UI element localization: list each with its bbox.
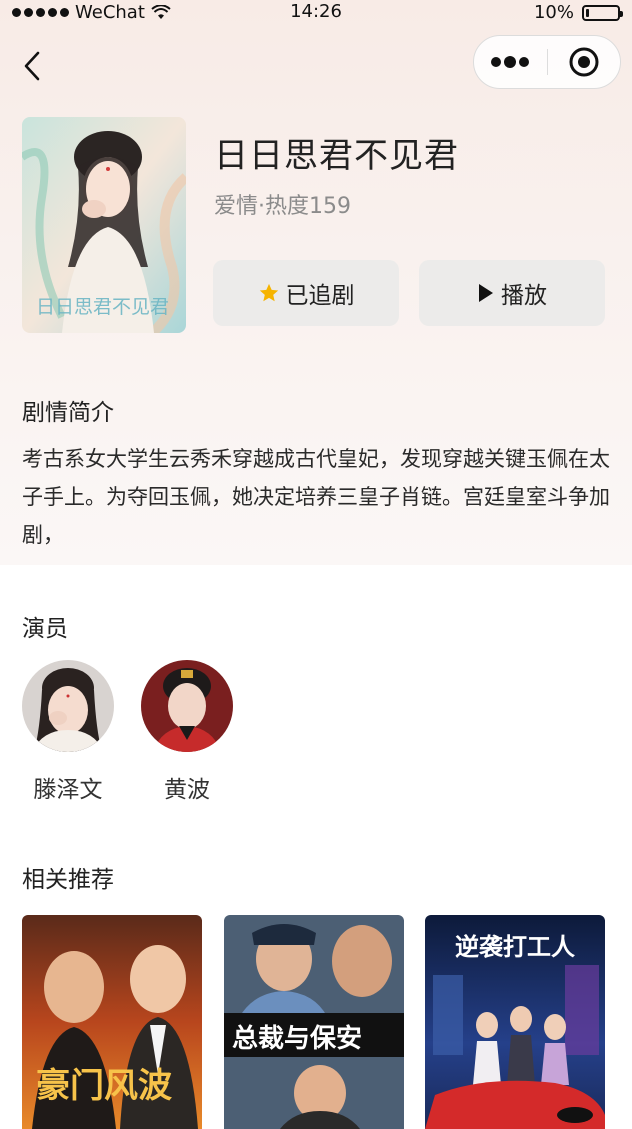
actor-item[interactable]: 黄波 bbox=[141, 660, 233, 804]
target-circle-icon bbox=[569, 47, 599, 77]
drama-title: 日日思君不见君 bbox=[214, 136, 459, 176]
poster-title-text: 日日思君不见君 bbox=[36, 296, 169, 318]
more-dots-icon bbox=[491, 56, 530, 68]
recommend-card[interactable]: 豪门风波 bbox=[22, 915, 202, 1129]
recommend-poster-text: 豪门风波 bbox=[36, 1066, 172, 1106]
status-bar: WeChat 14:26 10% bbox=[0, 0, 632, 28]
actor-item[interactable]: 滕泽文 bbox=[22, 660, 114, 804]
battery-fill bbox=[586, 8, 589, 17]
chevron-left-icon bbox=[24, 51, 40, 81]
star-icon bbox=[259, 283, 278, 302]
synopsis-heading: 剧情简介 bbox=[22, 400, 114, 426]
recommend-card[interactable]: 逆袭打工人 bbox=[425, 915, 605, 1129]
recommend-poster-text: 总裁与保安 bbox=[232, 1024, 362, 1054]
recommend-heading: 相关推荐 bbox=[22, 867, 114, 893]
mini-program-capsule bbox=[473, 35, 621, 89]
status-right: 10% bbox=[533, 2, 623, 23]
avatar bbox=[141, 660, 233, 752]
play-button[interactable]: 播放 bbox=[419, 260, 605, 326]
battery-percent: 10% bbox=[533, 2, 574, 23]
follow-label: 已追剧 bbox=[285, 283, 355, 309]
play-label: 播放 bbox=[501, 283, 547, 309]
avatar bbox=[22, 660, 114, 752]
more-button[interactable] bbox=[474, 36, 547, 88]
close-button[interactable] bbox=[548, 36, 621, 88]
play-icon bbox=[479, 284, 493, 302]
follow-button[interactable]: 已追剧 bbox=[213, 260, 399, 326]
drama-poster-art: 日日思君不见君 bbox=[22, 117, 186, 333]
drama-meta: 爱情·热度159 bbox=[214, 194, 351, 219]
actor-name: 滕泽文 bbox=[33, 777, 103, 803]
drama-poster[interactable]: 日日思君不见君 bbox=[22, 117, 186, 333]
recommend-card[interactable]: 总裁与保安 bbox=[224, 915, 404, 1129]
actors-heading: 演员 bbox=[22, 616, 68, 642]
recommend-poster-text: 逆袭打工人 bbox=[455, 933, 575, 961]
actor-name: 黄波 bbox=[164, 777, 210, 803]
battery-icon bbox=[582, 4, 623, 21]
synopsis-text: 考古系女大学生云秀禾穿越成古代皇妃，发现穿越关键玉佩在太子手上。为夺回玉佩，她决… bbox=[22, 447, 610, 547]
back-button[interactable] bbox=[14, 46, 50, 86]
